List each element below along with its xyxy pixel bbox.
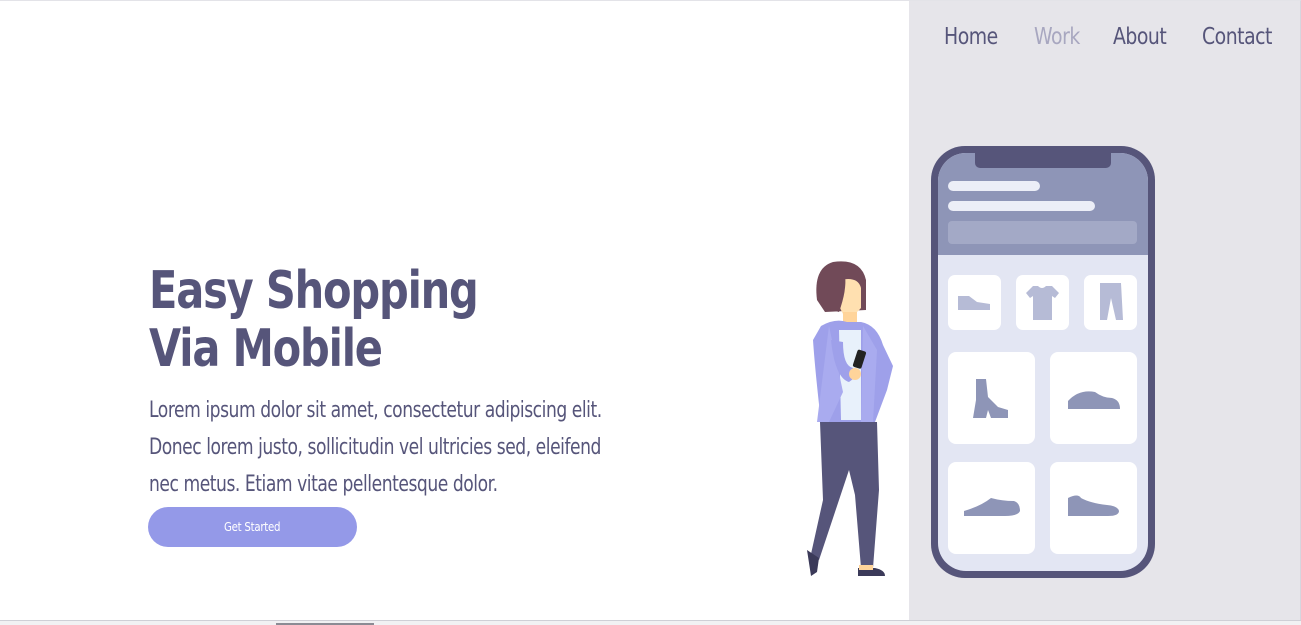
hero-title-line-1: Easy Shopping bbox=[149, 261, 479, 321]
nav-about[interactable]: About bbox=[1113, 24, 1167, 50]
phone-illustration bbox=[931, 146, 1155, 578]
nav-work[interactable]: Work bbox=[1034, 24, 1080, 50]
get-started-label: Get Started bbox=[224, 520, 281, 534]
bottom-scroll-strip bbox=[0, 620, 1301, 625]
hero-description: Lorem ipsum dolor sit amet, consectetur … bbox=[149, 398, 602, 497]
nav-contact[interactable]: Contact bbox=[1202, 24, 1272, 50]
shopping-illustration bbox=[807, 146, 1155, 578]
get-started-button[interactable]: Get Started bbox=[148, 507, 357, 547]
main-nav: Home Work About Contact bbox=[944, 24, 1288, 50]
woman-illustration bbox=[807, 261, 893, 576]
hero-title: Easy Shopping Via Mobile bbox=[149, 262, 565, 378]
nav-home[interactable]: Home bbox=[944, 24, 998, 50]
hero-title-line-2: Via Mobile bbox=[149, 319, 383, 379]
